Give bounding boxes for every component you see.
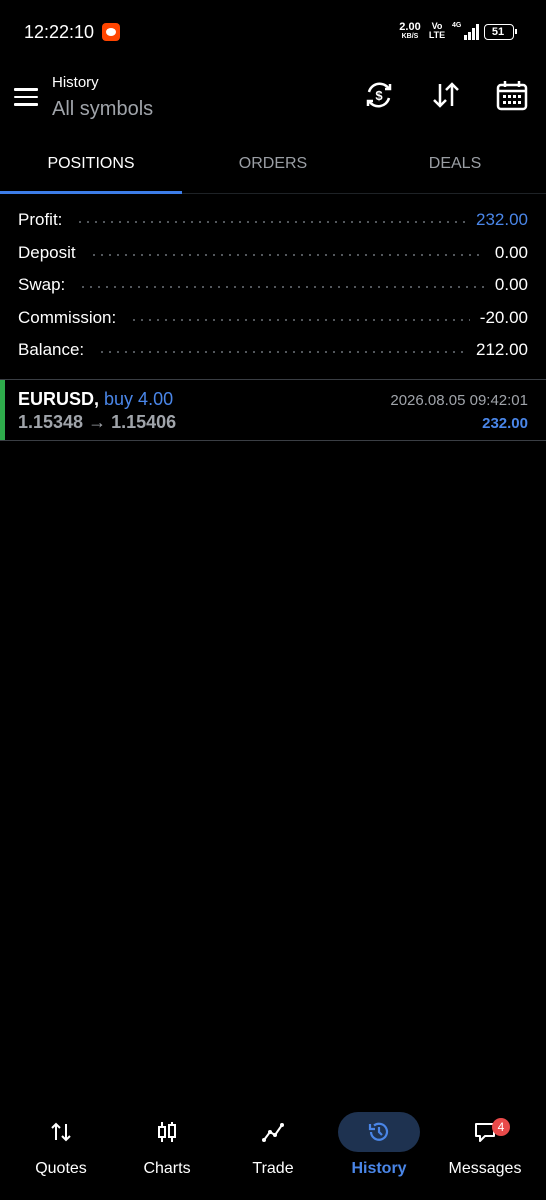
position-time: 2026.08.05 09:42:01 bbox=[390, 392, 528, 409]
symbol-filter[interactable]: All symbols bbox=[52, 98, 153, 121]
summary-label: Profit: bbox=[18, 210, 63, 230]
menu-icon[interactable] bbox=[14, 88, 38, 106]
sort-icon[interactable] bbox=[429, 78, 463, 112]
summary-value: 0.00 bbox=[494, 275, 528, 295]
status-bar: 12:22:10 2.00 KB/S Vo LTE 4G 51 bbox=[0, 0, 546, 64]
quotes-icon bbox=[51, 1122, 71, 1142]
summary-label: Deposit bbox=[18, 242, 76, 262]
charts-icon bbox=[158, 1122, 176, 1142]
bottom-nav: Quotes Charts Trade History 4 Messages bbox=[0, 1100, 546, 1200]
position-row[interactable]: EURUSD, buy 4.00 1.15348 → 1.15406 2026.… bbox=[0, 379, 546, 441]
dot-leader bbox=[76, 221, 466, 224]
app-bar: History All symbols $ bbox=[0, 64, 546, 134]
page-title: History bbox=[52, 74, 99, 91]
position-type: buy 4.00 bbox=[104, 389, 174, 409]
tab-positions[interactable]: POSITIONS bbox=[0, 134, 182, 194]
summary-value: 232.00 bbox=[476, 210, 528, 230]
summary-panel: Profit: 232.00 Deposit 0.00 Swap: 0.00 C… bbox=[18, 204, 528, 367]
network-type: 4G bbox=[452, 22, 462, 29]
dot-leader bbox=[79, 286, 485, 289]
battery-icon: 51 bbox=[484, 24, 517, 40]
summary-label: Commission: bbox=[18, 307, 117, 327]
volte-indicator: Vo LTE bbox=[428, 21, 446, 40]
summary-row-commission: Commission: -20.00 bbox=[18, 302, 528, 335]
network-speed: 2.00 KB/S bbox=[396, 22, 424, 42]
summary-row-deposit: Deposit 0.00 bbox=[18, 237, 528, 270]
nav-history[interactable]: History bbox=[326, 1100, 432, 1200]
svg-text:$: $ bbox=[375, 88, 383, 103]
summary-label: Balance: bbox=[18, 340, 85, 360]
nav-label: Quotes bbox=[35, 1160, 87, 1177]
nav-trade[interactable]: Trade bbox=[220, 1100, 326, 1200]
position-symbol-line: EURUSD, buy 4.00 bbox=[18, 389, 173, 410]
position-prices: 1.15348 → 1.15406 bbox=[18, 412, 177, 432]
signal-icon: 4G bbox=[452, 22, 480, 40]
tab-deals[interactable]: DEALS bbox=[364, 134, 546, 194]
summary-row-balance: Balance: 212.00 bbox=[18, 334, 528, 367]
dot-leader bbox=[89, 253, 485, 256]
battery-level: 51 bbox=[491, 26, 505, 38]
status-time: 12:22:10 bbox=[24, 22, 95, 42]
unread-badge: 4 bbox=[492, 1118, 510, 1136]
dot-leader bbox=[98, 351, 466, 354]
summary-value: 212.00 bbox=[476, 340, 528, 360]
nav-label: History bbox=[351, 1160, 407, 1177]
summary-row-profit: Profit: 232.00 bbox=[18, 204, 528, 237]
calendar-icon[interactable] bbox=[495, 78, 529, 112]
nav-active-pill bbox=[338, 1112, 420, 1152]
nav-label: Messages bbox=[448, 1160, 522, 1177]
reddit-notification-icon bbox=[102, 23, 120, 41]
nav-label: Trade bbox=[252, 1160, 294, 1177]
nav-label: Charts bbox=[143, 1160, 191, 1177]
network-speed-unit: KB/S bbox=[401, 33, 419, 40]
position-symbol: EURUSD, bbox=[18, 389, 100, 409]
summary-value: 0.00 bbox=[494, 242, 528, 262]
position-profit: 232.00 bbox=[482, 415, 528, 432]
summary-row-swap: Swap: 0.00 bbox=[18, 269, 528, 302]
active-tab-indicator bbox=[0, 191, 182, 194]
nav-messages[interactable]: 4 Messages bbox=[432, 1100, 538, 1200]
currency-exchange-icon[interactable]: $ bbox=[362, 78, 396, 112]
buy-indicator-bar bbox=[0, 380, 5, 440]
tab-orders[interactable]: ORDERS bbox=[182, 134, 364, 194]
trade-icon bbox=[262, 1123, 284, 1142]
nav-charts[interactable]: Charts bbox=[114, 1100, 220, 1200]
summary-value: -20.00 bbox=[479, 307, 528, 327]
history-tabs: POSITIONS ORDERS DEALS bbox=[0, 134, 546, 194]
dot-leader bbox=[130, 318, 470, 321]
nav-quotes[interactable]: Quotes bbox=[8, 1100, 114, 1200]
summary-label: Swap: bbox=[18, 275, 66, 295]
history-icon bbox=[368, 1122, 389, 1141]
